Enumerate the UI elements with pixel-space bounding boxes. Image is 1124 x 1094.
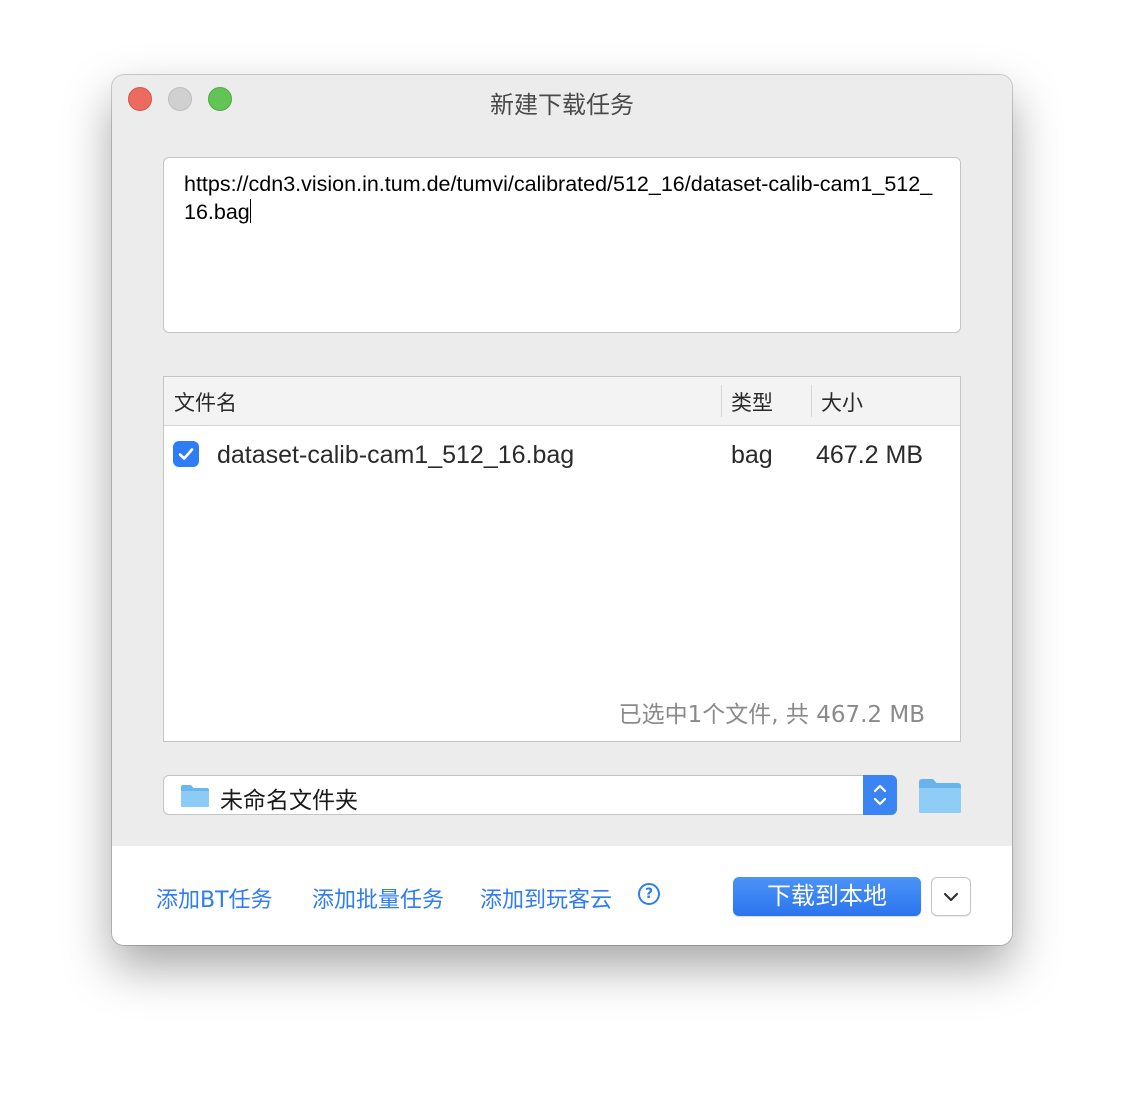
file-table: 文件名 类型 大小 dataset-calib-cam1_512_16.bag … [163,376,961,742]
download-options-button[interactable] [931,877,971,916]
file-name-cell: dataset-calib-cam1_512_16.bag [217,441,575,469]
browse-folder-icon[interactable] [918,778,962,814]
column-divider[interactable] [811,385,812,417]
up-down-chevron-icon [873,784,887,806]
column-header-size[interactable]: 大小 [821,387,863,417]
new-download-task-window: 新建下载任务 https://cdn3.vision.in.tum.de/tum… [112,75,1012,945]
footer-bar: 添加BT任务 添加批量任务 添加到玩客云 ? 下载到本地 [112,846,1012,945]
question-circle-icon[interactable]: ? [638,883,660,905]
add-bt-task-link[interactable]: 添加BT任务 [156,882,273,914]
checkmark-icon [178,448,194,460]
url-input-text: https://cdn3.vision.in.tum.de/tumvi/cali… [184,172,933,224]
table-row[interactable]: dataset-calib-cam1_512_16.bag bag 467.2 … [164,429,960,481]
destination-folder-label: 未命名文件夹 [220,788,358,814]
column-divider[interactable] [721,385,722,417]
text-caret [249,199,252,223]
url-input[interactable]: https://cdn3.vision.in.tum.de/tumvi/cali… [163,157,961,333]
table-header: 文件名 类型 大小 [164,377,960,426]
title-bar[interactable]: 新建下载任务 [112,75,1012,123]
file-type-cell: bag [731,441,773,469]
file-size-cell: 467.2 MB [816,441,924,469]
file-checkbox[interactable] [173,441,199,467]
column-header-name[interactable]: 文件名 [174,387,237,417]
column-header-type[interactable]: 类型 [731,387,773,417]
window-title: 新建下载任务 [490,91,634,119]
folder-icon [181,785,209,807]
selection-summary: 已选中1个文件, 共 467.2 MB [618,702,925,728]
folder-select-stepper[interactable] [863,775,897,815]
download-local-button[interactable]: 下载到本地 [733,877,921,916]
chevron-down-icon [943,892,959,902]
add-to-cloud-link[interactable]: 添加到玩客云 [480,882,612,914]
add-batch-task-link[interactable]: 添加批量任务 [312,882,444,914]
destination-folder-select[interactable]: 未命名文件夹 [163,775,897,815]
